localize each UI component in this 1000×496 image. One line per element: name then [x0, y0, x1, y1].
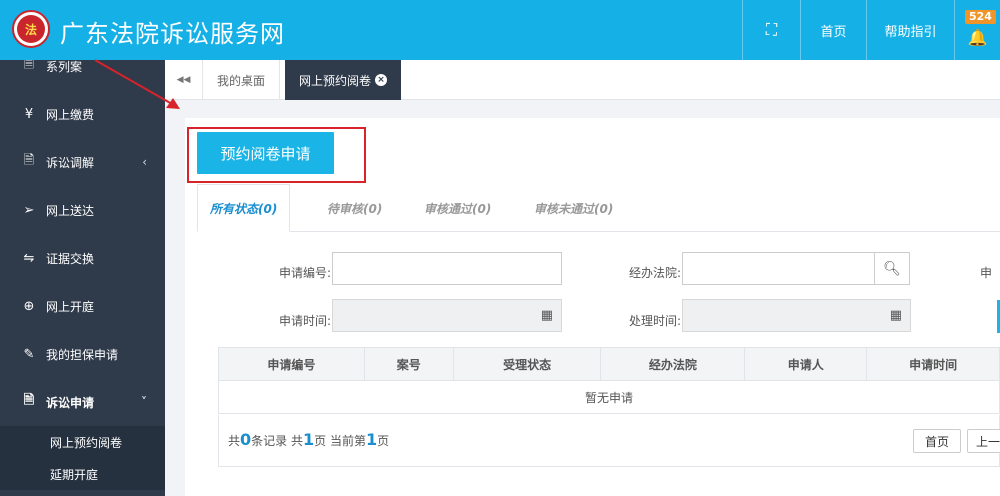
total-records: 0	[240, 430, 252, 449]
empty-message: 暂无申请	[218, 380, 1000, 414]
edit-icon: ✎	[23, 346, 35, 362]
table-header-row: 申请编号 案号 受理状态 经办法院 申请人 申请时间	[218, 347, 1000, 381]
sidebar-subitem-hearing-postpone[interactable]: 延期开庭	[0, 458, 165, 490]
sidebar-item-label: 网上缴费	[46, 107, 95, 122]
page-tabbar: ◀◀ 我的桌面 网上预约阅卷 ×	[165, 60, 1000, 100]
pager-prefix: 共	[228, 434, 241, 448]
sidebar-item-label: 诉讼申请	[46, 395, 95, 410]
pagination-summary: 共0条记录 共1页 当前第1页	[228, 430, 389, 449]
fullscreen-button[interactable]: ⛶	[742, 0, 800, 60]
sidebar-item-online-delivery[interactable]: ➢ 网上送达	[0, 186, 165, 234]
double-chevron-left-icon: ◀◀	[176, 75, 191, 85]
tab-scroll-left-button[interactable]: ◀◀	[165, 60, 203, 100]
applications-table: 申请编号 案号 受理状态 经办法院 申请人 申请时间 暂无申请	[218, 347, 1000, 414]
tab-reading-appointment[interactable]: 网上预约阅卷 ×	[285, 60, 402, 100]
sidebar-item-label: 证据交换	[46, 251, 95, 266]
sidebar-item-guarantee[interactable]: ✎ 我的担保申请	[0, 330, 165, 378]
tab-review-rejected[interactable]: 审核未通过(0)	[534, 184, 613, 232]
close-icon[interactable]: ×	[375, 74, 388, 86]
tab-my-desktop[interactable]: 我的桌面	[203, 60, 281, 100]
yuan-icon: ¥	[24, 106, 34, 122]
tab-label: 网上预约阅卷	[299, 73, 372, 88]
document-icon: 🗎	[23, 60, 35, 72]
main-content: 预约阅卷申请 所有状态(0) 待审核(0) 审核通过(0) 审核未通过(0) 申…	[185, 118, 1000, 496]
reading-appointment-apply-button[interactable]: 预约阅卷申请	[197, 132, 334, 174]
chevron-down-icon: ˅	[141, 395, 147, 409]
calendar-icon: ▦	[889, 308, 902, 323]
fullscreen-icon: ⛶	[765, 20, 778, 39]
col-applicant: 申请人	[744, 347, 868, 381]
handle-time-label: 处理时间:	[628, 314, 681, 328]
sidebar-item-online-hearing[interactable]: ⊕ 网上开庭	[0, 282, 165, 330]
help-guide-link[interactable]: 帮助指引	[866, 0, 954, 60]
bell-icon: 🔔	[967, 27, 988, 47]
court-search-button[interactable]: 🔍︎	[874, 252, 910, 285]
col-case-no: 案号	[363, 347, 454, 381]
total-pages: 1	[302, 430, 315, 449]
court-input[interactable]	[682, 252, 875, 285]
col-apply-no: 申请编号	[218, 347, 365, 381]
sidebar: 🗎 系列案 ¥ 网上缴费 🗎 诉讼调解 ‹ ➢ 网上送达 ⇋ 证据交换 ⊕ 网上…	[0, 60, 165, 496]
first-page-button[interactable]: 首页	[913, 429, 961, 453]
sidebar-item-label: 诉讼调解	[46, 155, 95, 170]
home-link[interactable]: 首页	[800, 0, 866, 60]
prev-page-button[interactable]: 上一	[967, 429, 1000, 453]
globe-icon: ⊕	[23, 298, 35, 314]
sidebar-item-label: 网上开庭	[46, 299, 95, 314]
header-nav: ⛶ 首页 帮助指引 524 🔔	[742, 0, 1000, 60]
notification-badge: 524	[965, 10, 996, 24]
sidebar-item-label: 系列案	[46, 60, 83, 74]
handle-time-input[interactable]: ▦	[682, 299, 911, 332]
status-tabs: 所有状态(0) 待审核(0) 审核通过(0) 审核未通过(0)	[197, 184, 1000, 232]
pagination: 共0条记录 共1页 当前第1页 首页 上一	[218, 415, 1000, 467]
court-logo: 法	[12, 10, 50, 48]
apply-time-input[interactable]: ▦	[332, 299, 562, 332]
apply-time-label: 申请时间:	[278, 314, 331, 328]
tab-pending-review[interactable]: 待审核(0)	[327, 184, 382, 232]
notification-button[interactable]: 524 🔔	[954, 0, 1000, 60]
current-page: 1	[365, 430, 378, 449]
court-label: 经办法院:	[628, 266, 681, 280]
apply-no-label: 申请编号:	[278, 266, 331, 280]
exchange-icon: ⇋	[23, 250, 35, 266]
send-icon: ➢	[23, 202, 35, 218]
pager-records-suffix: 条记录 共	[251, 434, 303, 448]
search-icon: 🔍︎	[883, 260, 901, 277]
sidebar-item-online-payment[interactable]: ¥ 网上缴费	[0, 90, 165, 138]
tab-all-status[interactable]: 所有状态(0)	[197, 184, 291, 232]
cut-off-label: 申	[980, 266, 993, 280]
chevron-left-icon: ‹	[142, 155, 147, 169]
sidebar-item-series-case[interactable]: 🗎 系列案	[0, 60, 165, 90]
col-apply-time: 申请时间	[866, 347, 1000, 381]
pager-current-suffix: 页	[377, 434, 390, 448]
apply-no-input[interactable]	[332, 252, 562, 285]
col-status: 受理状态	[452, 347, 602, 381]
court-emblem-icon: 法	[17, 15, 45, 43]
sidebar-item-litigation-application[interactable]: 🗎 诉讼申请 ˅	[0, 378, 165, 426]
document-icon: 🗎	[23, 393, 35, 408]
sidebar-item-evidence-exchange[interactable]: ⇋ 证据交换	[0, 234, 165, 282]
table-row: 暂无申请	[218, 380, 1000, 414]
sidebar-item-label: 网上送达	[46, 203, 95, 218]
col-court: 经办法院	[600, 347, 746, 381]
site-title: 广东法院诉讼服务网	[60, 20, 285, 48]
document-icon: 🗎	[23, 153, 35, 168]
sidebar-item-label: 我的担保申请	[46, 347, 119, 362]
sidebar-item-mediation[interactable]: 🗎 诉讼调解 ‹	[0, 138, 165, 186]
pager-pages-suffix: 页 当前第	[314, 434, 366, 448]
tab-review-passed[interactable]: 审核通过(0)	[424, 184, 491, 232]
calendar-icon: ▦	[540, 308, 553, 323]
top-header: 法 广东法院诉讼服务网 ⛶ 首页 帮助指引 524 🔔	[0, 0, 1000, 60]
sidebar-subitem-reading-appointment[interactable]: 网上预约阅卷	[0, 426, 165, 458]
